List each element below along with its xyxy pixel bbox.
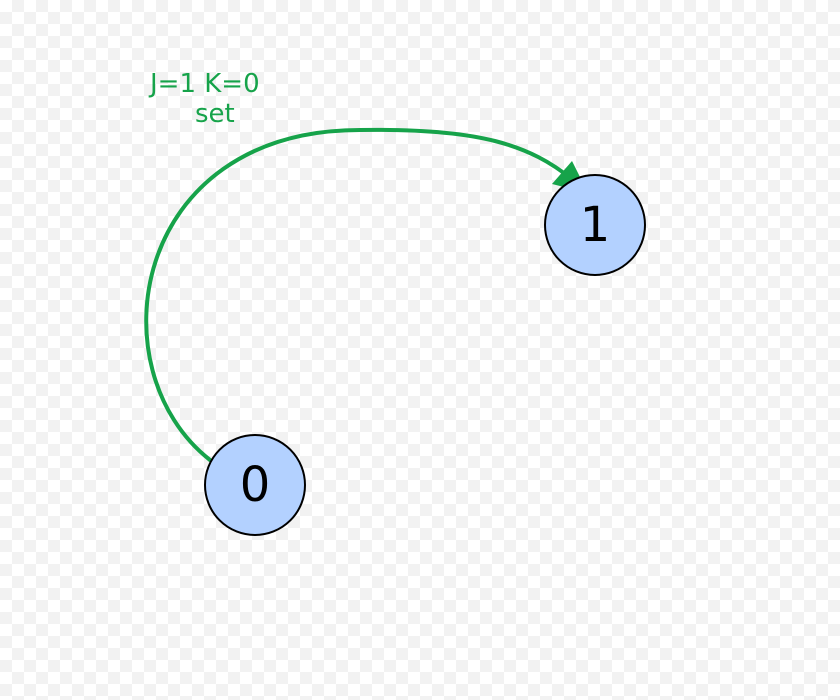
state-1: 1	[545, 175, 645, 275]
transition-condition-label: J=1 K=0	[148, 69, 260, 99]
diagram-canvas: J=1 K=0 set 1 0	[0, 0, 840, 700]
transition-action-label: set	[195, 99, 235, 129]
transition-set-0-to-1	[146, 130, 588, 460]
state-diagram-svg: J=1 K=0 set 1 0	[0, 0, 840, 700]
state-0-label: 0	[240, 457, 271, 513]
state-0: 0	[205, 435, 305, 535]
transition-arrow-path	[146, 130, 573, 460]
state-1-label: 1	[580, 197, 611, 253]
